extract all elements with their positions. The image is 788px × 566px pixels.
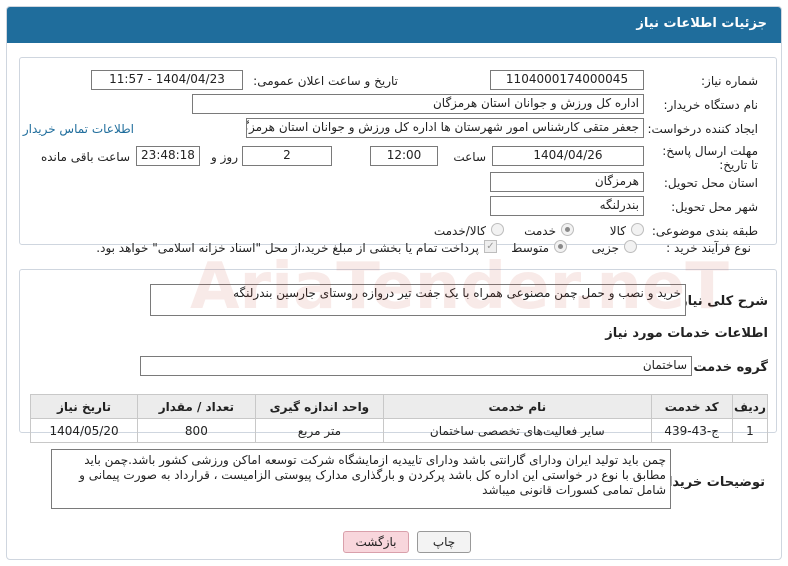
info-section: شماره نیاز: 1104000174000045 تاریخ و ساع… <box>19 57 777 245</box>
buyer-label: نام دستگاه خریدار: <box>663 98 759 112</box>
page-title: جزئیات اطلاعات نیاز <box>7 7 781 43</box>
category-label: طبقه بندی موضوعی: <box>651 224 758 238</box>
print-button[interactable]: چاپ <box>417 531 471 553</box>
city-field: بندرلنگه <box>490 196 644 216</box>
deadline-time-label: ساعت <box>453 150 486 164</box>
cell-unit: متر مربع <box>254 418 385 443</box>
cell-service-name: سایر فعالیت‌های تخصصی ساختمان <box>383 418 652 443</box>
cell-need-date: 1404/05/20 <box>29 418 139 443</box>
table-header-row: ردیف کد خدمت نام خدمت واحد اندازه گیری ت… <box>29 394 769 419</box>
contact-buyer-link[interactable]: اطلاعات تماس خریدار <box>23 122 134 136</box>
category-option-service: خدمت <box>524 224 556 238</box>
remaining-time-field: 23:48:18 <box>136 146 200 166</box>
category-radio-goods-service[interactable] <box>491 223 504 236</box>
deadline-time-field: 12:00 <box>370 146 438 166</box>
need-number-field: 1104000174000045 <box>490 70 644 90</box>
announce-label: تاریخ و ساعت اعلان عمومی: <box>253 74 398 88</box>
cell-service-code: ج-43-439 <box>650 418 733 443</box>
city-label: شهر محل تحویل: <box>671 200 758 214</box>
creator-field: جعفر متقی کارشناس امور شهرستان ها اداره … <box>246 118 644 138</box>
buyer-field: اداره کل ورزش و جوانان استان هرمزگان <box>192 94 644 114</box>
service-group-field: ساختمان <box>140 356 692 376</box>
col-service-code: کد خدمت <box>650 394 733 419</box>
deadline-label: مهلت ارسال پاسخ: تا تاریخ: <box>662 144 758 172</box>
service-group-label: گروه خدمت: <box>688 360 768 375</box>
category-radio-service[interactable] <box>561 223 574 236</box>
category-option-goods-service: کالا/خدمت <box>433 224 486 238</box>
buyer-notes-label: توضیحات خریدار: <box>655 475 765 490</box>
cell-quantity: 800 <box>137 418 256 443</box>
category-radio-goods[interactable] <box>631 223 644 236</box>
buyer-notes-field: چمن باید تولید ایران ودارای گارانتی باشد… <box>51 449 671 509</box>
services-title: اطلاعات خدمات مورد نیاز <box>605 326 768 341</box>
col-row: ردیف <box>731 394 769 419</box>
category-option-goods: کالا <box>609 224 626 238</box>
services-table: ردیف کد خدمت نام خدمت واحد اندازه گیری ت… <box>29 394 769 443</box>
days-field: 2 <box>242 146 332 166</box>
col-unit: واحد اندازه گیری <box>254 394 385 419</box>
province-label: استان محل تحویل: <box>663 176 758 190</box>
deadline-date-field: 1404/04/26 <box>492 146 644 166</box>
announce-field: 1404/04/23 - 11:57 <box>91 70 243 90</box>
remaining-label: ساعت باقی مانده <box>40 150 130 164</box>
col-quantity: تعداد / مقدار <box>137 394 256 419</box>
watermark-logo: AriaTender.neT <box>190 250 729 324</box>
col-need-date: تاریخ نیاز <box>29 394 139 419</box>
col-service-name: نام خدمت <box>383 394 652 419</box>
need-number-label: شماره نیاز: <box>701 74 758 88</box>
creator-label: ایجاد کننده درخواست: <box>647 122 758 136</box>
back-button[interactable]: بازگشت <box>343 531 409 553</box>
province-field: هرمزگان <box>490 172 644 192</box>
days-label: روز و <box>211 150 238 164</box>
table-row: 1 ج-43-439 سایر فعالیت‌های تخصصی ساختمان… <box>29 418 769 443</box>
cell-row: 1 <box>731 418 769 443</box>
